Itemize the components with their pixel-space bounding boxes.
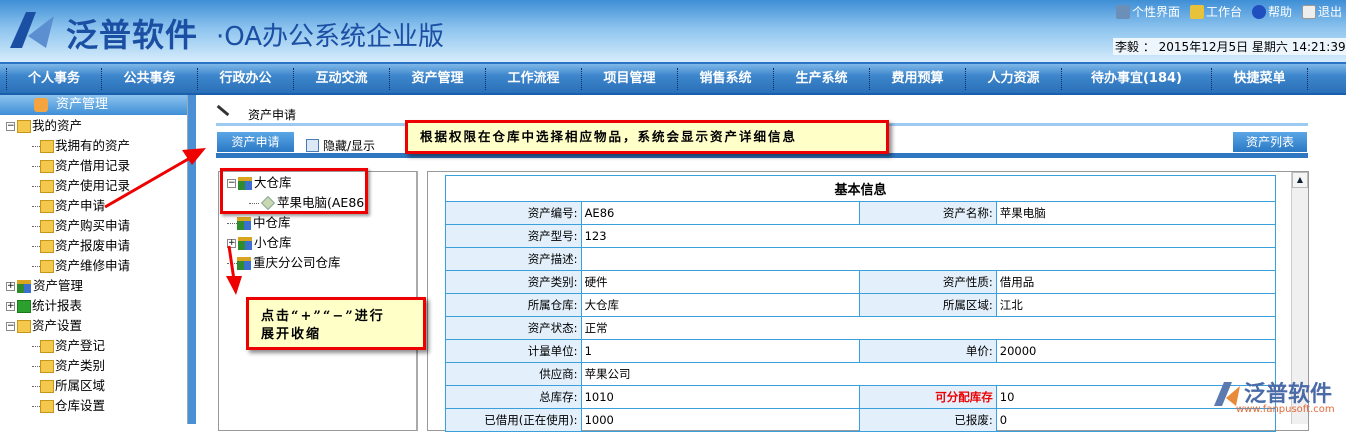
annotation-arrows — [104, 148, 242, 295]
arrow-head-icon — [182, 148, 206, 165]
arrow-line — [104, 156, 191, 209]
arrow-head-icon — [226, 276, 242, 295]
watermark-logo: 泛普软件 www.fanpusoft.com — [1208, 376, 1346, 424]
arrow-line — [227, 245, 236, 281]
watermark-url: www.fanpusoft.com — [1236, 404, 1335, 415]
